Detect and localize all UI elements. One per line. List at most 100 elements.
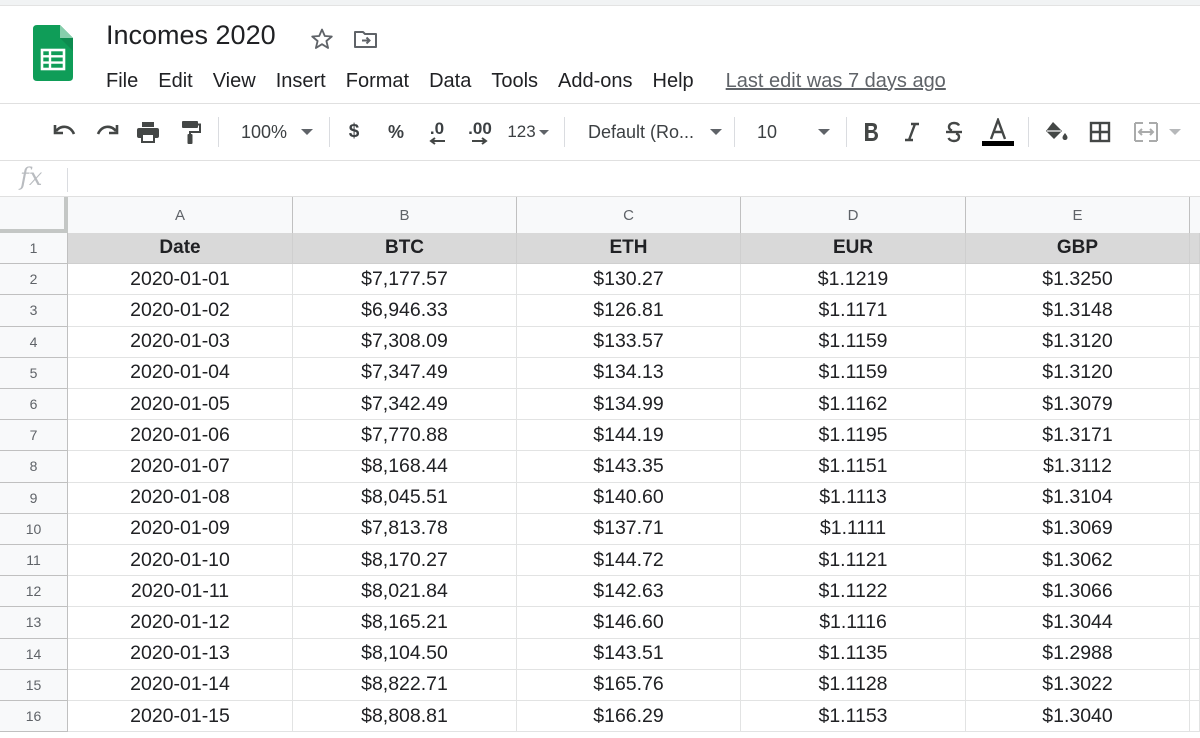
undo-icon[interactable]: [50, 104, 80, 160]
format-percent-button[interactable]: %: [382, 104, 410, 160]
cell-b[interactable]: $7,308.09: [293, 326, 517, 358]
menu-data[interactable]: Data: [419, 70, 481, 93]
cell-e[interactable]: $1.3104: [966, 482, 1190, 514]
row-header[interactable]: 16: [0, 701, 68, 733]
row-header[interactable]: 1: [0, 233, 68, 265]
zoom-select[interactable]: 100%: [232, 104, 322, 160]
cell-b[interactable]: BTC: [293, 233, 517, 265]
cell-a[interactable]: 2020-01-10: [68, 545, 293, 577]
cell-c[interactable]: $143.35: [517, 451, 741, 483]
cell-a[interactable]: 2020-01-06: [68, 420, 293, 452]
decrease-decimal-button[interactable]: .0: [420, 104, 454, 160]
borders-icon[interactable]: [1084, 104, 1116, 160]
cell-f[interactable]: [1190, 264, 1200, 296]
fill-color-icon[interactable]: [1040, 104, 1072, 160]
cell-f[interactable]: [1190, 451, 1200, 483]
column-header-d[interactable]: D: [741, 197, 966, 233]
column-header-c[interactable]: C: [517, 197, 741, 233]
column-header-e[interactable]: E: [966, 197, 1190, 233]
cell-d[interactable]: $1.1195: [741, 420, 966, 452]
cell-c[interactable]: $165.76: [517, 669, 741, 701]
cell-d[interactable]: $1.1113: [741, 482, 966, 514]
cell-a[interactable]: 2020-01-14: [68, 669, 293, 701]
font-size-select[interactable]: 10: [748, 104, 836, 160]
row-header[interactable]: 15: [0, 669, 68, 701]
cell-c[interactable]: $144.19: [517, 420, 741, 452]
menu-insert[interactable]: Insert: [266, 70, 336, 93]
move-to-folder-icon[interactable]: [353, 26, 379, 52]
menu-help[interactable]: Help: [643, 70, 704, 93]
cell-c[interactable]: $126.81: [517, 295, 741, 327]
row-header[interactable]: 13: [0, 607, 68, 639]
menu-file[interactable]: File: [96, 70, 148, 93]
cell-c[interactable]: $134.13: [517, 357, 741, 389]
cell-e[interactable]: $1.3079: [966, 389, 1190, 421]
strikethrough-icon[interactable]: [940, 104, 968, 160]
column-header-b[interactable]: B: [293, 197, 517, 233]
cell-b[interactable]: $8,045.51: [293, 482, 517, 514]
row-header[interactable]: 11: [0, 545, 68, 577]
sheets-logo-icon[interactable]: [33, 25, 73, 81]
cell-b[interactable]: $8,168.44: [293, 451, 517, 483]
cell-e[interactable]: $1.3112: [966, 451, 1190, 483]
cell-f[interactable]: [1190, 638, 1200, 670]
cell-e[interactable]: $1.3120: [966, 326, 1190, 358]
cell-e[interactable]: $1.3044: [966, 607, 1190, 639]
row-header[interactable]: 12: [0, 576, 68, 608]
cell-b[interactable]: $8,170.27: [293, 545, 517, 577]
cell-d[interactable]: $1.1122: [741, 576, 966, 608]
cell-d[interactable]: $1.1159: [741, 357, 966, 389]
paint-format-icon[interactable]: [175, 104, 205, 160]
cell-d[interactable]: $1.1128: [741, 669, 966, 701]
cell-d[interactable]: $1.1151: [741, 451, 966, 483]
cell-e[interactable]: GBP: [966, 233, 1190, 265]
cell-e[interactable]: $1.3069: [966, 513, 1190, 545]
row-header[interactable]: 9: [0, 482, 68, 514]
cell-d[interactable]: $1.1121: [741, 545, 966, 577]
last-edit-link[interactable]: Last edit was 7 days ago: [726, 70, 946, 93]
row-header[interactable]: 8: [0, 451, 68, 483]
cell-c[interactable]: $134.99: [517, 389, 741, 421]
cell-e[interactable]: $1.3171: [966, 420, 1190, 452]
column-header-f[interactable]: [1190, 197, 1200, 233]
cell-c[interactable]: $166.29: [517, 701, 741, 733]
cell-e[interactable]: $1.3066: [966, 576, 1190, 608]
row-header[interactable]: 2: [0, 264, 68, 296]
cell-f[interactable]: [1190, 669, 1200, 701]
more-formats-button[interactable]: 123: [503, 104, 553, 160]
cell-a[interactable]: 2020-01-04: [68, 357, 293, 389]
cell-c[interactable]: $140.60: [517, 482, 741, 514]
cell-f[interactable]: [1190, 513, 1200, 545]
cell-a[interactable]: 2020-01-07: [68, 451, 293, 483]
cell-c[interactable]: $142.63: [517, 576, 741, 608]
cell-d[interactable]: $1.1162: [741, 389, 966, 421]
cell-e[interactable]: $1.3120: [966, 357, 1190, 389]
cell-c[interactable]: ETH: [517, 233, 741, 265]
cell-a[interactable]: 2020-01-02: [68, 295, 293, 327]
italic-icon[interactable]: [898, 104, 926, 160]
cell-f[interactable]: [1190, 701, 1200, 733]
menu-add-ons[interactable]: Add-ons: [548, 70, 643, 93]
cell-c[interactable]: $130.27: [517, 264, 741, 296]
row-header[interactable]: 6: [0, 389, 68, 421]
cell-b[interactable]: $8,165.21: [293, 607, 517, 639]
menu-edit[interactable]: Edit: [148, 70, 202, 93]
cell-d[interactable]: $1.1111: [741, 513, 966, 545]
cell-d[interactable]: $1.1171: [741, 295, 966, 327]
row-header[interactable]: 7: [0, 420, 68, 452]
cell-e[interactable]: $1.3022: [966, 669, 1190, 701]
merge-cells-button[interactable]: [1126, 104, 1188, 160]
cell-d[interactable]: $1.1159: [741, 326, 966, 358]
cell-f[interactable]: [1190, 607, 1200, 639]
font-family-select[interactable]: Default (Ro...: [580, 104, 725, 160]
menu-tools[interactable]: Tools: [481, 70, 548, 93]
cell-a[interactable]: 2020-01-08: [68, 482, 293, 514]
cell-b[interactable]: $8,822.71: [293, 669, 517, 701]
star-icon[interactable]: [309, 26, 335, 52]
cell-d[interactable]: EUR: [741, 233, 966, 265]
document-title[interactable]: Incomes 2020: [106, 20, 276, 51]
cell-b[interactable]: $8,808.81: [293, 701, 517, 733]
cell-a[interactable]: Date: [68, 233, 293, 265]
cell-f[interactable]: [1190, 357, 1200, 389]
cell-f[interactable]: [1190, 576, 1200, 608]
